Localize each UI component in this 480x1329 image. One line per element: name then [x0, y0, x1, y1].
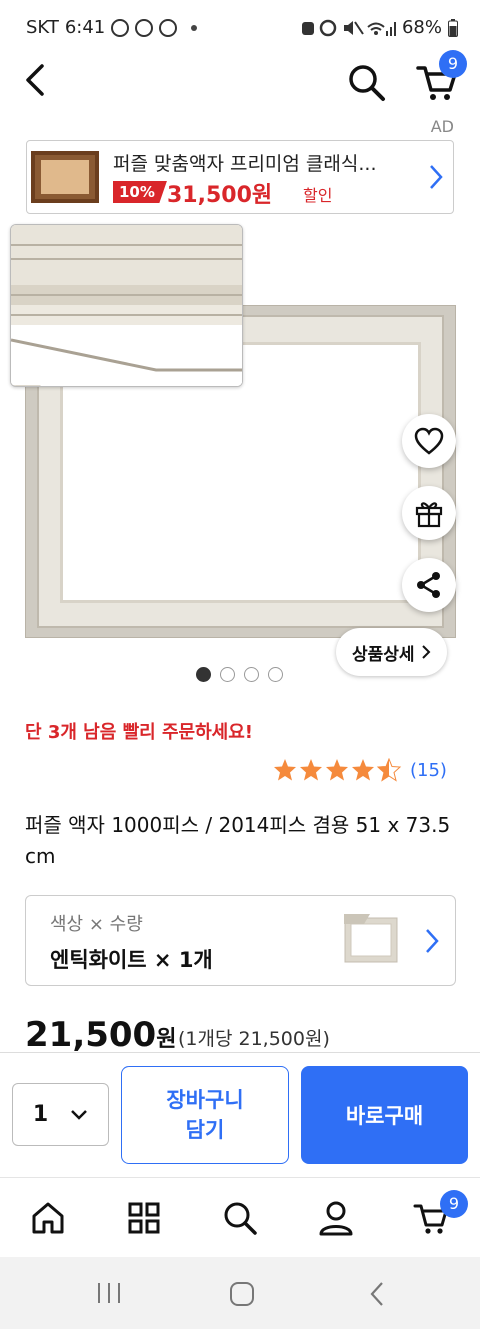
rating[interactable]: (15) — [273, 758, 447, 782]
tab-cart[interactable]: 9 — [412, 1190, 468, 1238]
gallery-dot[interactable] — [220, 667, 235, 682]
gift-button[interactable] — [402, 486, 456, 540]
system-status-icons — [301, 19, 396, 36]
option-label: 색상 × 수량 — [50, 914, 143, 935]
clock: 6:41 — [64, 17, 106, 38]
wishlist-button[interactable] — [402, 414, 456, 468]
heart-icon — [414, 427, 444, 455]
add-to-cart-button[interactable]: 장바구니 담기 — [121, 1066, 289, 1164]
ad-title: 퍼즐 맞춤액자 프리미엄 클래식... — [113, 153, 377, 175]
add-to-cart-label-line2: 담기 — [185, 1118, 225, 1142]
rating-stars-icon — [274, 758, 401, 781]
unit-price: (1개당 21,500원) — [178, 1028, 330, 1050]
quantity-select[interactable]: 1 — [12, 1083, 109, 1146]
system-navigation-bar — [0, 1257, 480, 1329]
product-detail-label: 상품상세 — [352, 644, 415, 665]
ad-label: AD — [430, 117, 454, 136]
ad-thumbnail — [31, 151, 99, 203]
price-amount: 21,500 — [25, 1015, 157, 1055]
profile-icon[interactable] — [316, 1198, 356, 1238]
home-nav-icon[interactable] — [229, 1281, 255, 1307]
review-count[interactable]: (15) — [410, 760, 447, 781]
tab-cart-badge: 9 — [440, 1190, 468, 1218]
gift-icon — [415, 502, 443, 528]
chevron-right-icon — [430, 165, 443, 189]
ad-banner[interactable]: 퍼즐 맞춤액자 프리미엄 클래식... 10% 31,500원 할인 — [26, 140, 454, 214]
search-button[interactable] — [346, 62, 386, 102]
price-currency: 원 — [156, 1027, 177, 1052]
price: 21,500원 — [25, 1015, 176, 1055]
share-button[interactable] — [402, 558, 456, 612]
category-grid-icon[interactable] — [124, 1198, 164, 1238]
battery-percent: 68% — [401, 17, 442, 38]
back-button[interactable] — [22, 62, 52, 98]
gallery-pagination — [196, 667, 283, 682]
home-icon[interactable] — [28, 1198, 68, 1238]
option-value: 엔틱화이트 × 1개 — [50, 948, 213, 972]
cart-button[interactable]: 9 — [414, 50, 467, 102]
status-right: 68% — [300, 17, 458, 38]
add-to-cart-label-line1: 장바구니 — [166, 1088, 244, 1112]
chevron-right-icon — [421, 645, 430, 659]
product-zoom-inset — [10, 224, 243, 387]
stock-warning: 단 3개 남음 빨리 주문하세요! — [25, 722, 253, 743]
buy-now-button[interactable]: 바로구매 — [301, 1066, 468, 1164]
gallery-dot[interactable] — [244, 667, 259, 682]
quantity-value: 1 — [32, 1102, 49, 1127]
share-icon — [417, 572, 440, 598]
bottom-tab-bar: 9 — [0, 1177, 480, 1257]
product-detail-button[interactable]: 상품상세 — [336, 628, 447, 676]
more-notifications-icon — [191, 24, 198, 31]
threads-icon — [111, 18, 130, 37]
pinterest-icon — [159, 18, 178, 37]
option-selector[interactable]: 색상 × 수량 엔틱화이트 × 1개 — [25, 895, 456, 986]
gallery-dot[interactable] — [196, 667, 211, 682]
frame-corner-closeup — [11, 225, 242, 386]
chevron-right-icon — [426, 929, 439, 953]
purchase-bar: 1 장바구니 담기 바로구매 — [0, 1052, 480, 1176]
ad-discount-badge: 10% — [113, 181, 167, 203]
chatgpt-icon — [135, 18, 154, 37]
chevron-down-icon — [71, 1109, 88, 1120]
status-left: SKT 6:41 — [26, 17, 198, 38]
carrier-label: SKT — [26, 17, 59, 38]
battery-icon — [448, 18, 458, 37]
product-title: 퍼즐 액자 1000피스 / 2014피스 겸용 51 x 73.5 cm — [25, 813, 451, 868]
ad-sale-label: 할인 — [303, 186, 333, 205]
status-bar: SKT 6:41 68% — [0, 0, 480, 52]
ad-price: 31,500원 — [167, 183, 273, 208]
cart-count-badge: 9 — [439, 50, 467, 78]
recent-apps-icon[interactable] — [96, 1281, 122, 1305]
back-nav-icon[interactable] — [368, 1281, 386, 1307]
option-thumbnail — [344, 914, 398, 963]
gallery-dot[interactable] — [268, 667, 283, 682]
search-icon[interactable] — [220, 1198, 260, 1238]
